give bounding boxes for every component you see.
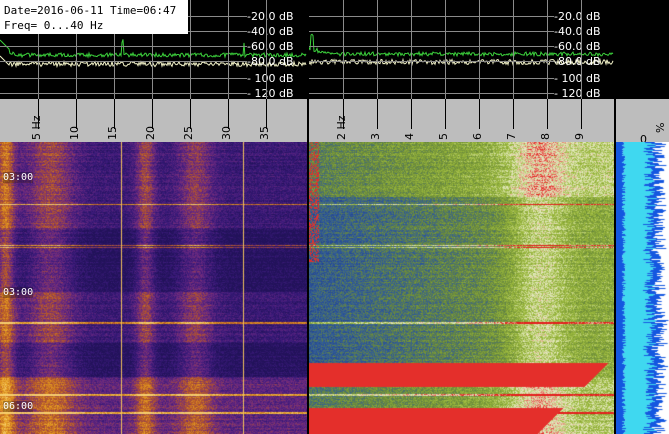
db-label: -60.0 dB [554, 40, 601, 53]
spectrum-vgrid [445, 0, 446, 99]
db-grid-line [309, 78, 554, 79]
right-level-canvas [616, 142, 669, 434]
spectrum-vgrid [513, 0, 514, 99]
mid-axis-tick-label: 7 [505, 133, 518, 140]
mid-axis-tick-label: 2 Hz [335, 115, 348, 140]
db-label: -60.0 dB [247, 40, 294, 53]
spectrum-vgrid [547, 0, 548, 99]
axis-tick [547, 99, 548, 129]
left-axis-tick-label: 15 [106, 126, 119, 140]
axis-tick [190, 99, 191, 129]
db-label: - 120 dB [554, 87, 601, 100]
axis-tick [76, 99, 77, 129]
db-label: -20.0 dB [554, 10, 601, 23]
right-level-bar [616, 142, 669, 434]
db-grid-line [309, 46, 554, 47]
mid-axis-tick-label: 4 [403, 133, 416, 140]
time-label: 03:00 [3, 172, 34, 183]
db-label: - 100 dB [554, 72, 601, 85]
left-axis-tick-label: 35 [258, 126, 271, 140]
info-box: Date=2016-06-11 Time=06:47 Freq= 0...40 … [0, 0, 188, 34]
db-label: - 100 dB [247, 72, 294, 85]
right-axis-percent-label: % [654, 122, 667, 133]
mid-axis-tick-label: 9 [573, 133, 586, 140]
axis-tick [411, 99, 412, 129]
panel-divider-1 [307, 0, 309, 434]
mid-axis-tick-label: 5 [437, 133, 450, 140]
axis-tick [513, 99, 514, 129]
left-axis-tick-label: 25 [182, 126, 195, 140]
time-label: 06:00 [3, 401, 34, 412]
spectrum-vgrid [190, 0, 191, 99]
mid-frequency-axis [309, 99, 614, 142]
left-waterfall-canvas [0, 142, 307, 434]
axis-tick [152, 99, 153, 129]
left-axis-tick-label: 30 [220, 126, 233, 140]
freq-range-text: Freq= 0...40 Hz [4, 19, 104, 32]
mid-axis-tick-label: 3 [369, 133, 382, 140]
panel-divider-2 [614, 0, 616, 434]
left-axis-tick-label: 5 Hz [30, 115, 43, 140]
left-waterfall [0, 142, 307, 434]
mid-waterfall-canvas [309, 142, 614, 434]
spectrum-vgrid [266, 0, 267, 99]
axis-tick [114, 99, 115, 129]
date-time-text: Date=2016-06-11 Time=06:47 [4, 4, 177, 17]
db-label: -80.0 dB [247, 55, 294, 68]
time-label: 03:00 [3, 287, 34, 298]
spectrum-vgrid [581, 0, 582, 99]
spectrum-vgrid [479, 0, 480, 99]
db-label: -80.0 dB [554, 55, 601, 68]
db-label: -40.0 dB [247, 25, 294, 38]
axis-tick [266, 99, 267, 129]
right-axis: 0 % [616, 99, 669, 142]
right-blank-panel [616, 0, 669, 99]
db-label: -20.0 dB [247, 10, 294, 23]
mid-axis-tick-label: 8 [539, 133, 552, 140]
spectrum-vgrid [411, 0, 412, 99]
spectrum-vgrid [343, 0, 344, 99]
axis-tick [377, 99, 378, 129]
spectrum-vgrid [377, 0, 378, 99]
db-grid-line [309, 93, 554, 94]
axis-tick [581, 99, 582, 129]
mid-axis-tick-label: 6 [471, 133, 484, 140]
left-axis-tick-label: 20 [144, 126, 157, 140]
db-grid-line [309, 16, 554, 17]
axis-tick [228, 99, 229, 129]
db-grid-line [309, 31, 554, 32]
mid-waterfall [309, 142, 614, 434]
db-label: -40.0 dB [554, 25, 601, 38]
axis-tick [479, 99, 480, 129]
right-axis-zero-label: 0 [640, 133, 647, 142]
db-label: - 120 dB [247, 87, 294, 100]
axis-tick [445, 99, 446, 129]
spectrum-vgrid [228, 0, 229, 99]
db-grid-line [309, 61, 554, 62]
left-axis-tick-label: 10 [68, 126, 81, 140]
